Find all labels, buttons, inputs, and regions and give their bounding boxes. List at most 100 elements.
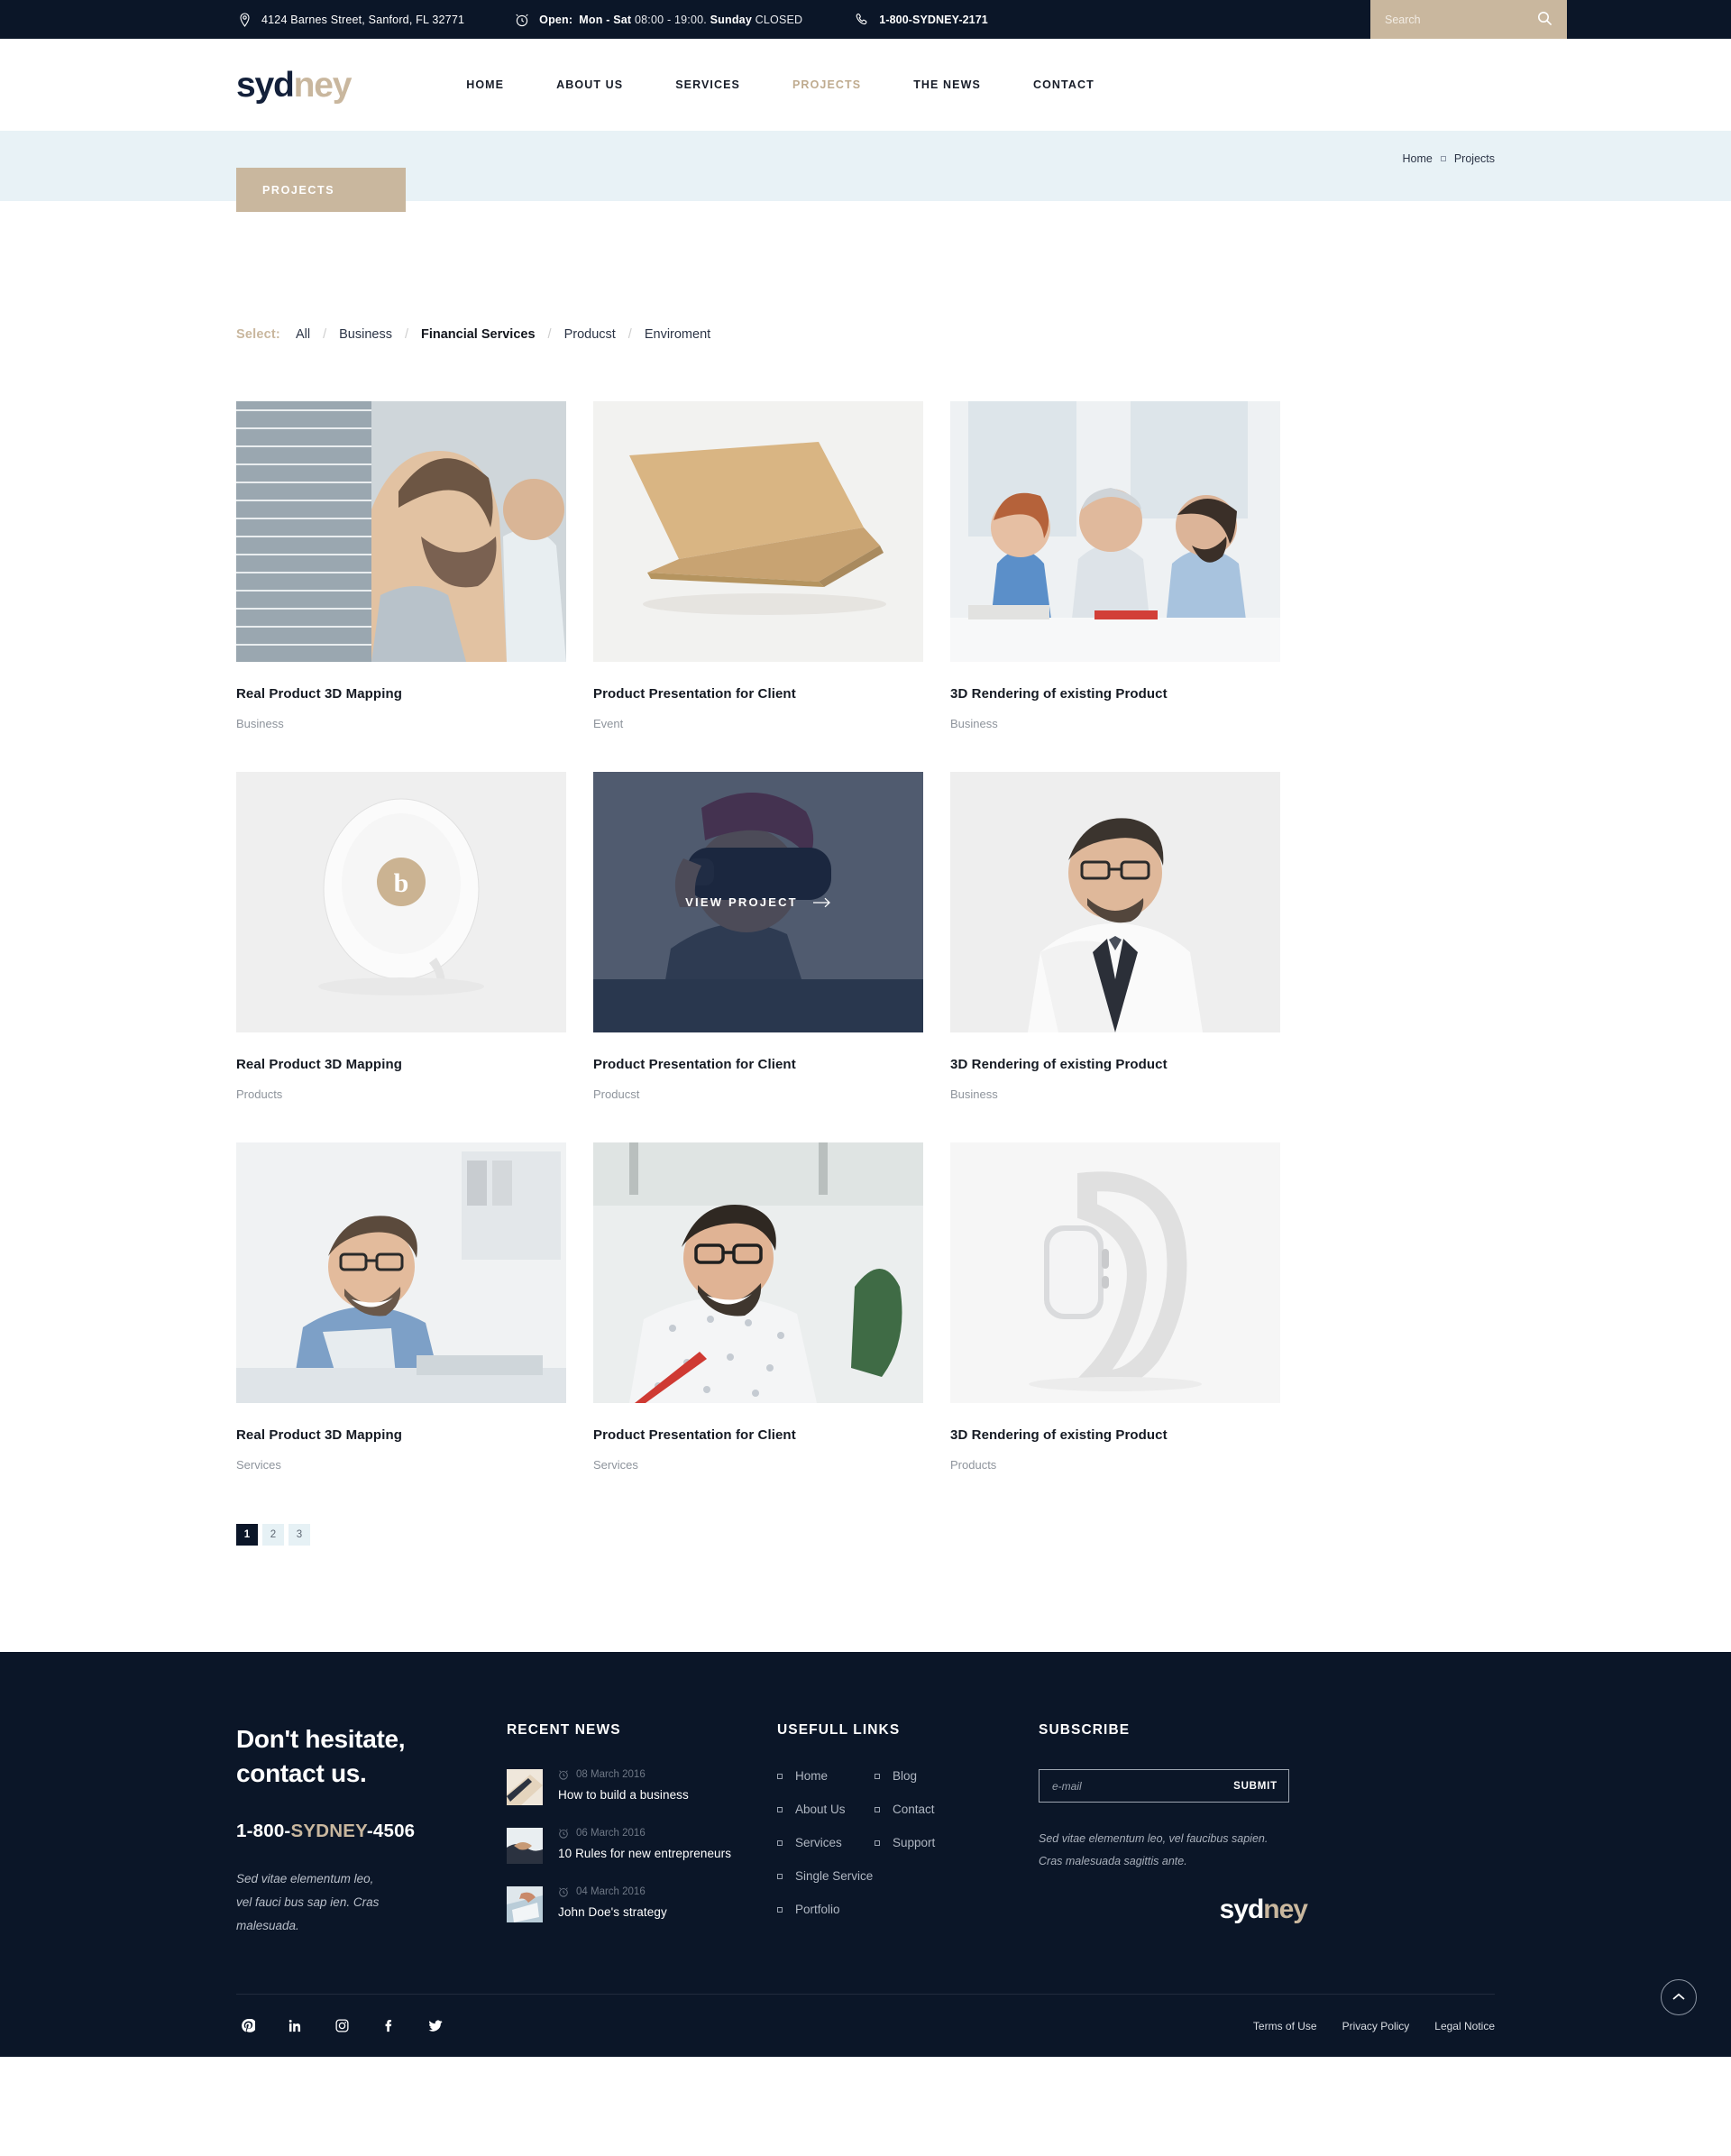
legal-link-legal-notice[interactable]: Legal Notice — [1434, 2020, 1495, 2032]
project-title[interactable]: 3D Rendering of existing Product — [950, 1427, 1280, 1443]
footer-phone[interactable]: 1-800-SYDNEY-4506 — [236, 1821, 507, 1842]
search-input[interactable] — [1385, 13, 1534, 26]
subscribe-email-input[interactable] — [1052, 1779, 1234, 1793]
filter-item-enviroment[interactable]: Enviroment — [645, 327, 710, 342]
project-filter-bar: Select: All / Business / Financial Servi… — [236, 327, 1495, 342]
footer-phone-prefix: 1-800- — [236, 1820, 291, 1841]
project-title[interactable]: Real Product 3D Mapping — [236, 1057, 566, 1072]
project-thumbnail[interactable] — [950, 401, 1280, 662]
footer-links-col-1: Home About Us Services Single Service Po… — [777, 1769, 875, 1936]
footer-links-col-2: Blog Contact Support — [875, 1769, 972, 1936]
news-item[interactable]: 06 March 2016 10 Rules for new entrepren… — [507, 1828, 777, 1864]
pagination-page-2[interactable]: 2 — [262, 1524, 284, 1546]
footer-link-services[interactable]: Services — [777, 1836, 875, 1849]
news-title[interactable]: How to build a business — [558, 1788, 689, 1802]
search-box[interactable] — [1370, 0, 1567, 39]
footer-contact-note-line-3: malesuada. — [236, 1919, 299, 1933]
bullet-square-icon — [777, 1806, 783, 1812]
project-meta: Product Presentation for Client Event — [593, 662, 923, 772]
project-thumbnail[interactable]: VIEW PROJECT — [593, 772, 923, 1032]
footer-subscribe-note-line-1: Sed vitae elementum leo, vel faucibus sa… — [1039, 1832, 1268, 1845]
footer-link-single-service[interactable]: Single Service — [777, 1869, 875, 1883]
pagination-page-1[interactable]: 1 — [236, 1524, 258, 1546]
footer-link-support[interactable]: Support — [875, 1836, 972, 1849]
nav-item-the-news[interactable]: THE NEWS — [913, 69, 981, 100]
news-title[interactable]: John Doe's strategy — [558, 1905, 667, 1919]
instagram-icon[interactable] — [330, 2014, 353, 2038]
pinterest-icon[interactable] — [236, 2014, 260, 2038]
project-title[interactable]: 3D Rendering of existing Product — [950, 1057, 1280, 1072]
project-card: VIEW PROJECT Product Presentation for Cl… — [593, 772, 923, 1142]
clock-icon — [558, 1886, 569, 1897]
project-thumbnail[interactable] — [950, 1142, 1280, 1403]
project-title[interactable]: Real Product 3D Mapping — [236, 1427, 566, 1443]
footer-links-heading: USEFULL LINKS — [777, 1722, 901, 1738]
project-thumbnail[interactable] — [593, 401, 923, 662]
nav-item-services[interactable]: SERVICES — [675, 69, 740, 100]
hours-sunday-value: CLOSED — [755, 13, 803, 26]
footer-bottom-bar: Terms of Use Privacy Policy Legal Notice — [236, 1994, 1495, 2057]
legal-link-terms-of-use[interactable]: Terms of Use — [1253, 2020, 1317, 2032]
topbar-phone[interactable]: 1-800-SYDNEY-2171 — [854, 12, 988, 28]
pagination-page-3[interactable]: 3 — [288, 1524, 310, 1546]
footer-link-about-us[interactable]: About Us — [777, 1803, 875, 1816]
filter-item-all[interactable]: All — [296, 327, 310, 342]
page-title: PROJECTS — [236, 168, 406, 212]
project-thumbnail[interactable] — [593, 1142, 923, 1403]
project-title[interactable]: Real Product 3D Mapping — [236, 686, 566, 702]
breadcrumb-current: Projects — [1453, 152, 1495, 165]
filter-item-business[interactable]: Business — [339, 327, 392, 342]
bullet-square-icon — [875, 1839, 880, 1846]
scroll-to-top-button[interactable] — [1661, 1979, 1697, 2015]
news-item[interactable]: 04 March 2016 John Doe's strategy — [507, 1886, 777, 1922]
project-title[interactable]: Product Presentation for Client — [593, 686, 923, 702]
project-thumbnail[interactable] — [236, 401, 566, 662]
footer-subscribe-note: Sed vitae elementum leo, vel faucibus sa… — [1039, 1828, 1309, 1873]
filter-separator: / — [323, 327, 327, 342]
footer-subscribe-heading: SUBSCRIBE — [1039, 1722, 1131, 1738]
arrow-right-icon — [812, 897, 831, 908]
site-logo[interactable]: sydney — [236, 68, 352, 103]
legal-link-privacy-policy[interactable]: Privacy Policy — [1342, 2020, 1410, 2032]
breadcrumb-separator-icon — [1440, 156, 1446, 161]
project-overlay[interactable]: VIEW PROJECT — [593, 772, 923, 1032]
footer-link-portfolio[interactable]: Portfolio — [777, 1903, 875, 1916]
footer-link-blog[interactable]: Blog — [875, 1769, 972, 1783]
search-submit-button[interactable] — [1534, 10, 1554, 30]
linkedin-icon[interactable] — [283, 2014, 307, 2038]
filter-item-financial-services[interactable]: Financial Services — [421, 327, 536, 342]
projects-grid: Real Product 3D Mapping Business Product… — [236, 401, 1495, 1513]
facebook-icon[interactable] — [377, 2014, 400, 2038]
nav-item-contact[interactable]: CONTACT — [1033, 69, 1094, 100]
project-title[interactable]: Product Presentation for Client — [593, 1057, 923, 1072]
footer-link-label: Contact — [893, 1803, 935, 1816]
footer-link-home[interactable]: Home — [777, 1769, 875, 1783]
news-date: 08 March 2016 — [558, 1769, 689, 1780]
legal-links: Terms of Use Privacy Policy Legal Notice — [1228, 2020, 1495, 2032]
project-thumbnail[interactable] — [950, 772, 1280, 1032]
twitter-icon[interactable] — [424, 2014, 447, 2038]
footer-link-label: Home — [795, 1769, 829, 1783]
project-thumbnail[interactable]: b — [236, 772, 566, 1032]
project-category: Event — [593, 717, 624, 730]
project-card: Real Product 3D Mapping Services — [236, 1142, 566, 1513]
subscribe-form[interactable]: SUBMIT — [1039, 1769, 1289, 1803]
project-title[interactable]: 3D Rendering of existing Product — [950, 686, 1280, 702]
nav-item-about-us[interactable]: ABOUT US — [556, 69, 623, 100]
subscribe-submit-button[interactable]: SUBMIT — [1233, 1781, 1278, 1792]
nav-item-home[interactable]: HOME — [466, 69, 504, 100]
social-links — [236, 2014, 471, 2038]
filter-item-producst[interactable]: Producst — [564, 327, 616, 342]
news-item[interactable]: 08 March 2016 How to build a business — [507, 1769, 777, 1805]
bullet-square-icon — [777, 1906, 783, 1913]
footer-contact-heading-line-1: Don't hesitate, — [236, 1725, 406, 1753]
project-title[interactable]: Product Presentation for Client — [593, 1427, 923, 1443]
project-thumbnail[interactable] — [236, 1142, 566, 1403]
footer-contact-heading-line-2: contact us. — [236, 1759, 367, 1788]
page-root: 4124 Barnes Street, Sanford, FL 32771 Op… — [0, 0, 1731, 2057]
footer-contact-note: Sed vitae elementum leo, vel fauci bus s… — [236, 1867, 507, 1939]
news-title[interactable]: 10 Rules for new entrepreneurs — [558, 1847, 731, 1860]
footer-link-contact[interactable]: Contact — [875, 1803, 972, 1816]
nav-item-projects[interactable]: PROJECTS — [792, 69, 861, 100]
breadcrumb-home[interactable]: Home — [1403, 152, 1433, 165]
